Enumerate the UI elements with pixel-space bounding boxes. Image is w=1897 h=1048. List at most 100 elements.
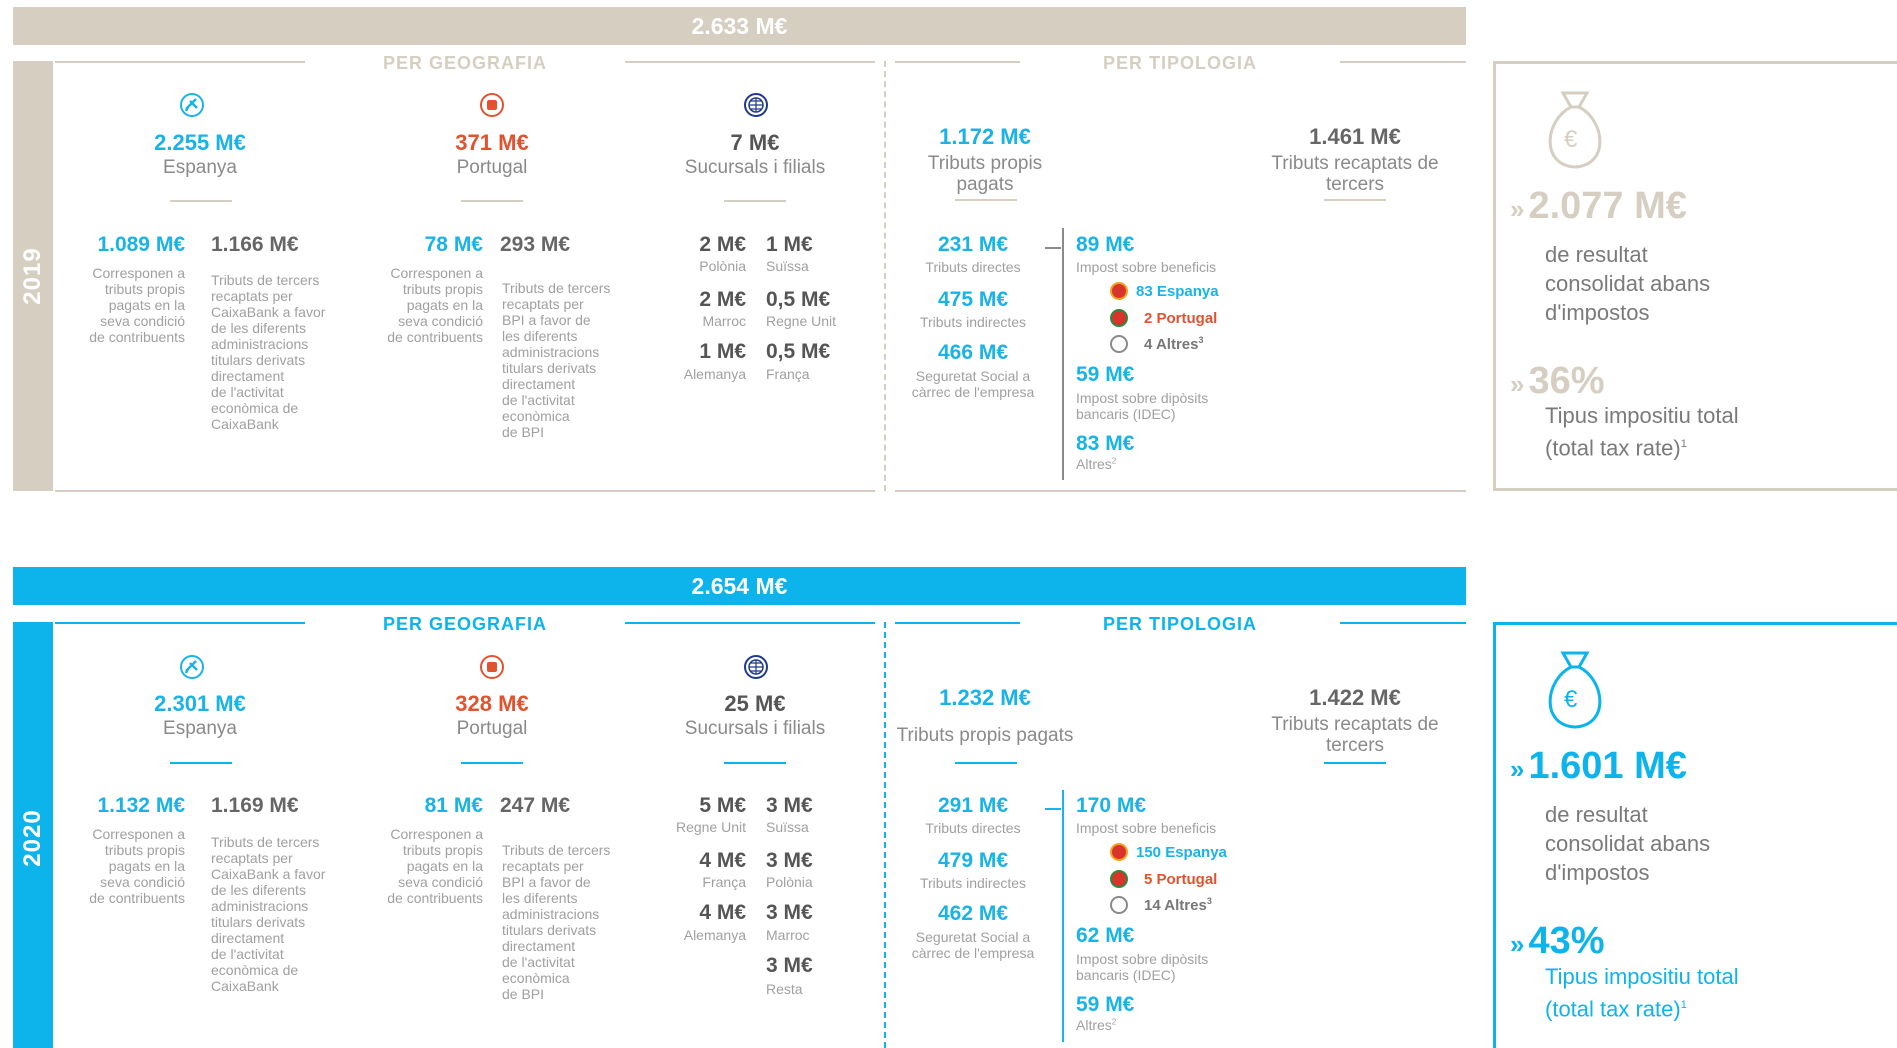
chevron-icon: » — [1510, 754, 1525, 784]
pt-propis-desc: Corresponen a tributs propis pagats en l… — [387, 826, 483, 906]
sub-value: 2 M€ — [699, 233, 746, 256]
spain-flag-icon — [1110, 843, 1128, 861]
indirectes-value: 479 M€ — [937, 849, 1009, 872]
pt-propis: 81 M€ — [424, 794, 483, 817]
sub-value: 2 M€ — [699, 288, 746, 311]
per-tipologia-title: PER TIPOLOGIA — [1102, 53, 1257, 73]
flag-portugal: 5 Portugal — [1144, 871, 1218, 888]
connector — [1062, 790, 1064, 1042]
sub-label: Marroc — [702, 313, 746, 329]
portugal-label: Portugal — [456, 718, 528, 739]
sub-value: 0,5 M€ — [766, 340, 831, 363]
pt-tercers: 247 M€ — [500, 794, 571, 817]
tipus-value: » 36% — [1510, 360, 1605, 403]
flag-espanya: 83 Espanya — [1136, 283, 1219, 300]
total-banner-2019: 2.633 M€ — [13, 7, 1466, 45]
pt-propis: 78 M€ — [424, 233, 483, 256]
directes-value: 231 M€ — [937, 233, 1009, 256]
sub-label: Regne Unit — [675, 819, 746, 835]
underline — [955, 762, 1017, 764]
pt-tercers-desc: Tributs de tercers recaptats per BPI a f… — [502, 842, 611, 1002]
propis-total: 1.172 M€ — [939, 124, 1031, 149]
globe-icon — [744, 655, 768, 679]
connector — [1062, 228, 1064, 480]
seguretat-value: 466 M€ — [937, 341, 1009, 364]
connector — [1045, 808, 1061, 810]
world-flag-icon — [1110, 335, 1128, 353]
total-banner-2020: 2.654 M€ — [13, 567, 1466, 605]
frame-line — [895, 622, 1020, 624]
frame-line — [895, 490, 1466, 492]
recaptats-total: 1.422 M€ — [1309, 685, 1401, 710]
footnote-mark: 3 — [1198, 335, 1204, 345]
indirectes-label: Tributs indirectes — [919, 314, 1027, 330]
sub-label: Regne Unit — [766, 313, 837, 329]
flag-altres: 4 Altres3 — [1144, 335, 1204, 353]
year-label-2020: 2020 — [19, 809, 46, 867]
indirectes-value: 475 M€ — [937, 288, 1009, 311]
espanya-label: Espanya — [163, 718, 237, 739]
seguretat-value: 462 M€ — [937, 902, 1009, 925]
tipus-text: 36% — [1528, 360, 1605, 402]
sub-label: Suïssa — [766, 819, 809, 835]
flag-altres: 14 Altres3 — [1144, 896, 1212, 914]
underline — [724, 762, 786, 764]
pt-tercers: 293 M€ — [500, 233, 571, 256]
altres-value: 59 M€ — [1076, 993, 1135, 1016]
diposits-label: Impost sobre dipòsits bancaris (IDEC) — [1076, 951, 1209, 983]
sucursals-total: 25 M€ — [724, 691, 786, 716]
frame-line — [895, 61, 1020, 63]
benefic-label: Impost sobre beneficis — [1076, 820, 1217, 836]
sub-label: França — [766, 366, 810, 382]
propis-label: Tributs propis pagats — [927, 153, 1043, 195]
frame-line — [625, 61, 875, 63]
seguretat-label: Seguretat Social a càrrec de l'empresa — [911, 929, 1035, 961]
es-propis: 1.132 M€ — [97, 794, 185, 817]
es-tercers: 1.166 M€ — [211, 233, 299, 256]
chevron-icon: » — [1510, 929, 1525, 959]
altres-label: Altres2 — [1076, 456, 1116, 472]
sub-label: Alemanya — [683, 927, 746, 943]
sub-value: 3 M€ — [766, 901, 813, 924]
svg-text:€: € — [1564, 686, 1578, 713]
resta-label: Resta — [766, 981, 803, 997]
underline — [461, 200, 523, 202]
recaptats-label: Tributs recaptats de tercers — [1271, 153, 1439, 195]
espanya-label: Espanya — [163, 157, 237, 178]
flag-altres-text: 14 Altres — [1144, 897, 1207, 914]
tipus-text: 43% — [1528, 920, 1605, 962]
sub-value: 1 M€ — [766, 233, 813, 256]
underline — [170, 200, 232, 202]
directes-value: 291 M€ — [937, 794, 1009, 817]
spain-flag-icon — [1110, 282, 1128, 300]
sub-value: 3 M€ — [766, 849, 813, 872]
chevron-icon: » — [1510, 194, 1525, 224]
espanya-total: 2.255 M€ — [154, 130, 246, 155]
directes-label: Tributs directes — [925, 820, 1021, 836]
portugal-icon — [480, 93, 504, 117]
flag-portugal: 2 Portugal — [1144, 310, 1218, 327]
resultat-value: » 2.077 M€ — [1510, 185, 1687, 228]
propis-label: Tributs propis pagats — [896, 725, 1074, 746]
benefic-label: Impost sobre beneficis — [1076, 259, 1217, 275]
es-tercers-desc: Tributs de tercers recaptats per CaixaBa… — [211, 834, 326, 994]
resultat-label: de resultat consolidat abans d'impostos — [1545, 802, 1711, 885]
tipus-label: Tipus impositiu total (total tax rate)1 — [1545, 401, 1739, 462]
altres-label: Altres2 — [1076, 1017, 1116, 1033]
portugal-total: 328 M€ — [455, 691, 529, 716]
portugal-icon — [480, 655, 504, 679]
per-geografia-title: PER GEOGRAFIA — [382, 614, 547, 634]
frame-line — [1340, 622, 1466, 624]
tipus-value: » 43% — [1510, 920, 1605, 963]
tipus-label: Tipus impositiu total (total tax rate)1 — [1545, 962, 1739, 1023]
benefic-value: 89 M€ — [1076, 233, 1135, 256]
sucursals-label: Sucursals i filials — [684, 157, 826, 178]
portugal-flag-icon — [1110, 309, 1128, 327]
es-tercers: 1.169 M€ — [211, 794, 299, 817]
sub-label: Alemanya — [683, 366, 746, 382]
globe-icon — [744, 93, 768, 117]
underline — [170, 762, 232, 764]
chevron-icon: » — [1510, 369, 1525, 399]
frame-line — [55, 61, 305, 63]
es-tercers-desc: Tributs de tercers recaptats per CaixaBa… — [211, 272, 326, 432]
